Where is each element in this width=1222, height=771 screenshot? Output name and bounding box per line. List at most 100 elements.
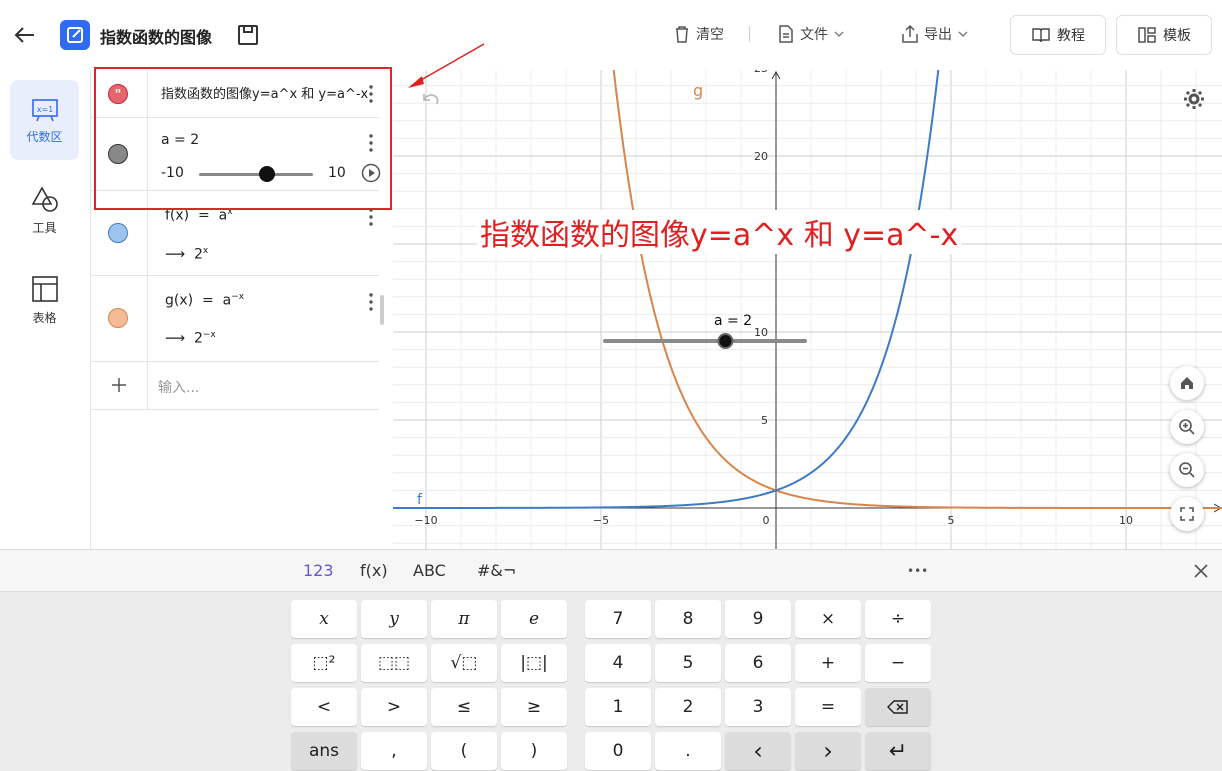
key-x[interactable]: x	[291, 600, 357, 638]
graph-slider-label: a = 2	[714, 313, 752, 329]
slider-handle[interactable]	[259, 166, 276, 182]
key-4[interactable]: 4	[585, 644, 651, 682]
function-g-definition[interactable]: g(x) = a−x	[165, 292, 244, 309]
page-title: 指数函数的图像	[100, 28, 213, 47]
chevron-down-icon	[958, 31, 968, 37]
shapes-icon	[31, 185, 58, 212]
back-arrow-icon[interactable]	[12, 22, 38, 48]
home-button[interactable]	[1170, 366, 1204, 400]
algebra-row-slider[interactable]: a = 2 -10 10	[91, 118, 381, 191]
key-divide[interactable]: ÷	[865, 600, 931, 638]
cursor-left-key[interactable]: ‹	[725, 732, 791, 770]
sidebar-item-label: 工具	[32, 220, 57, 235]
key-8[interactable]: 8	[655, 600, 721, 638]
x-tick-label: −5	[593, 514, 609, 527]
plus-icon[interactable]	[111, 377, 127, 393]
key-3[interactable]: 3	[725, 688, 791, 726]
sidebar-item-table[interactable]: 表格	[10, 260, 79, 340]
key-comma[interactable]: ,	[361, 732, 427, 770]
visibility-toggle[interactable]	[108, 223, 128, 243]
key-plus[interactable]: +	[795, 644, 861, 682]
key-2[interactable]: 2	[655, 688, 721, 726]
key-6[interactable]: 6	[725, 644, 791, 682]
more-icon[interactable]: •••	[907, 564, 928, 578]
key-abs[interactable]: |⬚|	[501, 644, 567, 682]
tutorial-button[interactable]: 教程	[1010, 15, 1106, 55]
key-sqrt[interactable]: √⬚	[431, 644, 497, 682]
function-f-definition[interactable]: f(x) = ax	[165, 207, 233, 224]
fullscreen-button[interactable]	[1170, 497, 1204, 531]
tab-symbols[interactable]: #&¬	[477, 561, 516, 580]
save-icon[interactable]	[236, 23, 260, 47]
key-right-paren[interactable]: )	[501, 732, 567, 770]
tab-functions[interactable]: f(x)	[360, 561, 388, 580]
quote-icon[interactable]: "	[108, 84, 128, 104]
graph-canvas[interactable]: −20−15−10−505101520510152025 f g a = 2	[393, 70, 1222, 549]
key-y[interactable]: y	[361, 600, 427, 638]
curve-g[interactable]	[393, 70, 1222, 509]
template-button[interactable]: 模板	[1116, 15, 1212, 55]
undo-icon[interactable]	[419, 90, 441, 108]
slider-track[interactable]	[199, 173, 313, 176]
sidebar-item-tools[interactable]: 工具	[10, 170, 79, 250]
backspace-icon	[887, 700, 908, 714]
file-menu-button[interactable]: 文件	[776, 24, 846, 44]
more-vertical-icon[interactable]	[369, 208, 373, 226]
key-left-paren[interactable]: (	[431, 732, 497, 770]
key-power[interactable]: ⬚⬚	[361, 644, 427, 682]
clear-button[interactable]: 清空	[672, 24, 724, 44]
key-9[interactable]: 9	[725, 600, 791, 638]
definition-text: f(x) = a	[165, 207, 228, 224]
slider-definition[interactable]: a = 2	[161, 132, 199, 148]
zoom-out-button[interactable]	[1170, 453, 1204, 487]
key-0[interactable]: 0	[585, 732, 651, 770]
sidebar-item-algebra[interactable]: x=1 代数区	[10, 80, 79, 160]
gear-icon[interactable]	[1182, 87, 1206, 111]
key-minus[interactable]: −	[865, 644, 931, 682]
key-dot[interactable]: .	[655, 732, 721, 770]
algebra-row-f[interactable]: f(x) = ax ⟶ 2x	[91, 191, 379, 276]
export-menu-button[interactable]: 导出	[900, 24, 970, 44]
more-vertical-icon[interactable]	[369, 85, 373, 103]
key-greater-than[interactable]: >	[361, 688, 427, 726]
key-1[interactable]: 1	[585, 688, 651, 726]
graph-slider-handle[interactable]	[717, 333, 734, 349]
grid-lines	[393, 70, 1222, 549]
more-vertical-icon[interactable]	[369, 293, 373, 311]
algebra-row-text[interactable]: " 指数函数的图像y=a^x 和 y=a^-x	[91, 70, 379, 118]
backspace-key[interactable]	[865, 688, 931, 726]
svg-text:x=1: x=1	[36, 105, 53, 114]
book-icon	[1032, 28, 1050, 43]
key-greater-equal[interactable]: ≥	[501, 688, 567, 726]
visibility-toggle[interactable]	[108, 308, 128, 328]
algebra-input-row[interactable]: 输入...	[91, 362, 379, 410]
graphics-view[interactable]: −20−15−10−505101520510152025 f g a = 2	[393, 70, 1222, 549]
curve-f[interactable]	[393, 70, 1222, 509]
algebra-input[interactable]: 输入...	[158, 377, 199, 397]
more-vertical-icon[interactable]	[369, 134, 373, 152]
key-less-equal[interactable]: ≤	[431, 688, 497, 726]
graph-slider-track[interactable]	[603, 339, 807, 343]
key-equals[interactable]: =	[795, 688, 861, 726]
close-icon[interactable]	[1193, 563, 1209, 579]
key-ans[interactable]: ans	[291, 732, 357, 770]
text-object[interactable]: 指数函数的图像y=a^x 和 y=a^-x	[161, 83, 369, 102]
key-less-than[interactable]: <	[291, 688, 357, 726]
key-7[interactable]: 7	[585, 600, 651, 638]
play-icon[interactable]	[361, 163, 381, 183]
value-text: ⟶ 2	[165, 330, 203, 347]
tab-numbers[interactable]: 123	[303, 561, 334, 580]
key-square[interactable]: ⬚²	[291, 644, 357, 682]
key-pi[interactable]: π	[431, 600, 497, 638]
cursor-right-key[interactable]: ›	[795, 732, 861, 770]
enter-key[interactable]: ↵	[865, 732, 931, 770]
tab-letters[interactable]: ABC	[413, 561, 446, 580]
scrollbar[interactable]	[380, 295, 384, 325]
key-5[interactable]: 5	[655, 644, 721, 682]
algebra-row-g[interactable]: g(x) = a−x ⟶ 2−x	[91, 276, 379, 362]
key-times[interactable]: ×	[795, 600, 861, 638]
visibility-toggle[interactable]	[108, 144, 128, 164]
y-tick-label: 20	[754, 150, 768, 163]
key-e[interactable]: e	[501, 600, 567, 638]
zoom-in-button[interactable]	[1170, 410, 1204, 444]
